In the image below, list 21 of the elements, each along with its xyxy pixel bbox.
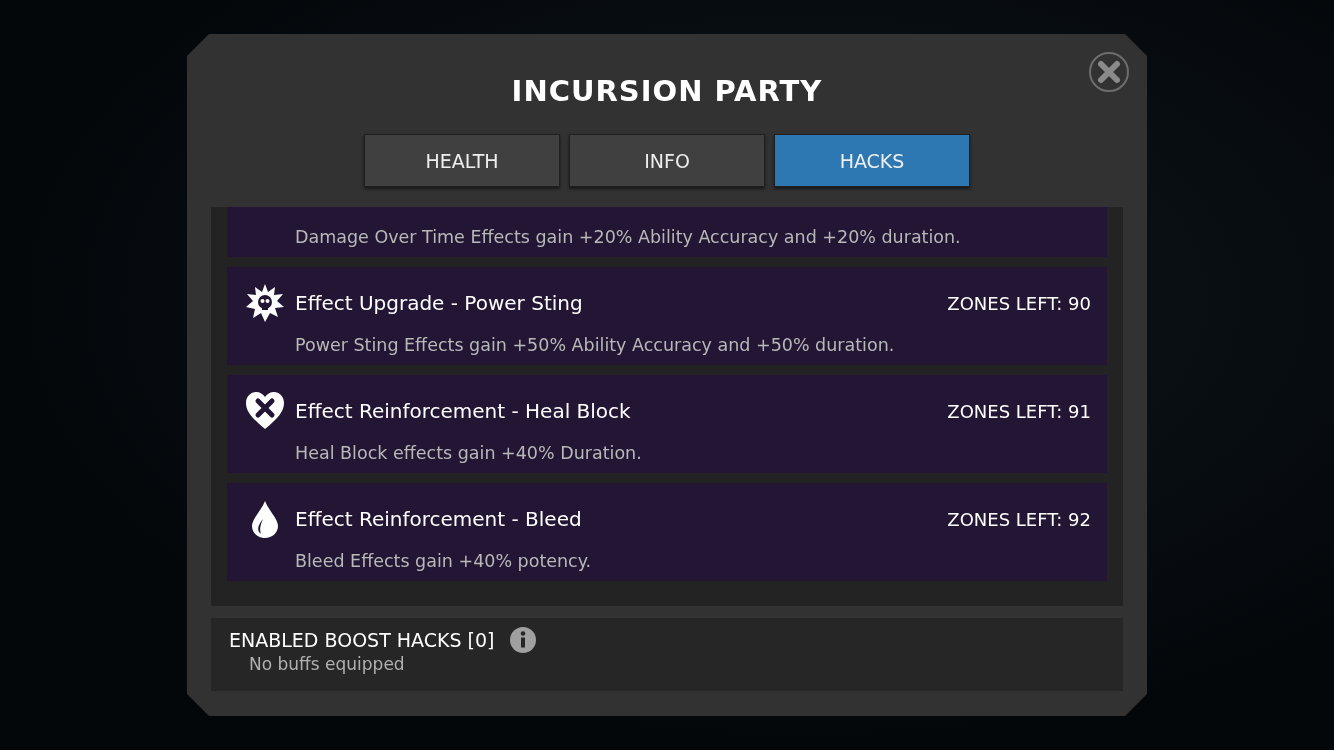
close-button[interactable] bbox=[1087, 50, 1131, 94]
heart-x-icon bbox=[245, 391, 285, 431]
skull-burst-icon bbox=[245, 283, 285, 323]
boost-hacks-heading: ENABLED BOOST HACKS [0] bbox=[229, 629, 495, 651]
hack-description: Power Sting Effects gain +50% Ability Accuracy and +50% duration. bbox=[295, 335, 896, 355]
tab[interactable]: INFO bbox=[569, 134, 765, 187]
hack-description: Bleed Effects gain +40% potency. bbox=[295, 551, 593, 571]
zones-left-label: ZONES LEFT: 90 bbox=[947, 292, 1091, 314]
zones-left-label: ZONES LEFT: 91 bbox=[947, 400, 1091, 422]
tab[interactable]: HACKS bbox=[774, 134, 970, 187]
hack-title: Effect Upgrade - Power Sting bbox=[295, 291, 584, 315]
hack-title: Effect Reinforcement - Heal Block bbox=[295, 399, 632, 423]
hack-description: Heal Block effects gain +40% Duration. bbox=[295, 443, 643, 463]
hack-description: Damage Over Time Effects gain +20% Ability Accuracy and +20% duration. bbox=[295, 227, 962, 247]
info-icon[interactable] bbox=[508, 626, 537, 654]
hack-title: Effect Reinforcement - Bleed bbox=[295, 507, 583, 531]
dialog-title: INCURSION PARTY bbox=[511, 74, 823, 108]
zones-left-label: ZONES LEFT: 92 bbox=[947, 508, 1091, 530]
tab[interactable]: HEALTH bbox=[364, 134, 560, 187]
close-icon bbox=[1089, 52, 1129, 92]
empty-buffs-text: No buffs equipped bbox=[249, 654, 406, 674]
